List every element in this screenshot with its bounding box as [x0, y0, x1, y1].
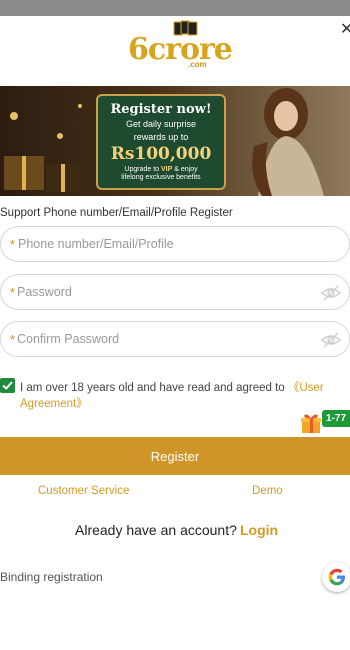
required-mark: *	[10, 285, 16, 300]
gift-badge[interactable]: 1-77	[322, 410, 350, 427]
required-mark: *	[10, 332, 16, 347]
banner-line1: Get daily surprise	[125, 119, 197, 129]
account-placeholder: Phone number/Email/Profile	[18, 237, 174, 251]
google-icon	[328, 568, 345, 586]
close-icon[interactable]: ✕	[340, 22, 350, 38]
register-label: Support Phone number/Email/Profile Regis…	[0, 207, 233, 219]
checkmark-icon	[2, 381, 13, 390]
binding-registration-label: Binding registration	[0, 570, 103, 584]
password-placeholder: Password	[17, 285, 72, 299]
have-account-text: Already have an account?	[75, 522, 237, 538]
banner-footnote: Upgrade to VIP & enjoy lifelong exclusive…	[121, 166, 201, 181]
account-input[interactable]: * Phone number/Email/Profile	[0, 226, 350, 262]
agreement-text: I am over 18 years old and have read and…	[20, 382, 324, 410]
required-mark: *	[10, 237, 16, 252]
gift-icon[interactable]	[300, 412, 322, 434]
brand-logo: 6crore .com	[128, 20, 233, 69]
top-strip	[0, 0, 350, 16]
google-login-button[interactable]	[322, 562, 350, 592]
banner-card: Register now! Get daily surprise rewards…	[96, 94, 226, 190]
gift-boxes-illustration	[4, 104, 82, 192]
password-input[interactable]: * Password	[0, 274, 350, 310]
register-button[interactable]: Register	[0, 437, 350, 475]
login-link[interactable]: Login	[240, 522, 278, 538]
customer-service-link[interactable]: Customer Service	[38, 485, 129, 497]
agreement-checkbox[interactable]	[0, 378, 15, 393]
eye-off-icon[interactable]	[321, 284, 341, 302]
confirm-password-placeholder: Confirm Password	[17, 332, 120, 346]
promo-banner[interactable]: Register now! Get daily surprise rewards…	[0, 86, 350, 196]
banner-headline: Register now!	[110, 102, 212, 117]
logo-text: 6crore	[128, 32, 233, 67]
logo-sub: .com	[188, 60, 207, 69]
banner-amount: Rs100,000	[110, 144, 212, 164]
demo-link[interactable]: Demo	[252, 485, 283, 497]
banner-line2: rewards up to	[133, 132, 189, 142]
eye-off-icon[interactable]	[321, 331, 341, 349]
woman-illustration	[252, 88, 324, 196]
confirm-password-input[interactable]: * Confirm Password	[0, 321, 350, 357]
